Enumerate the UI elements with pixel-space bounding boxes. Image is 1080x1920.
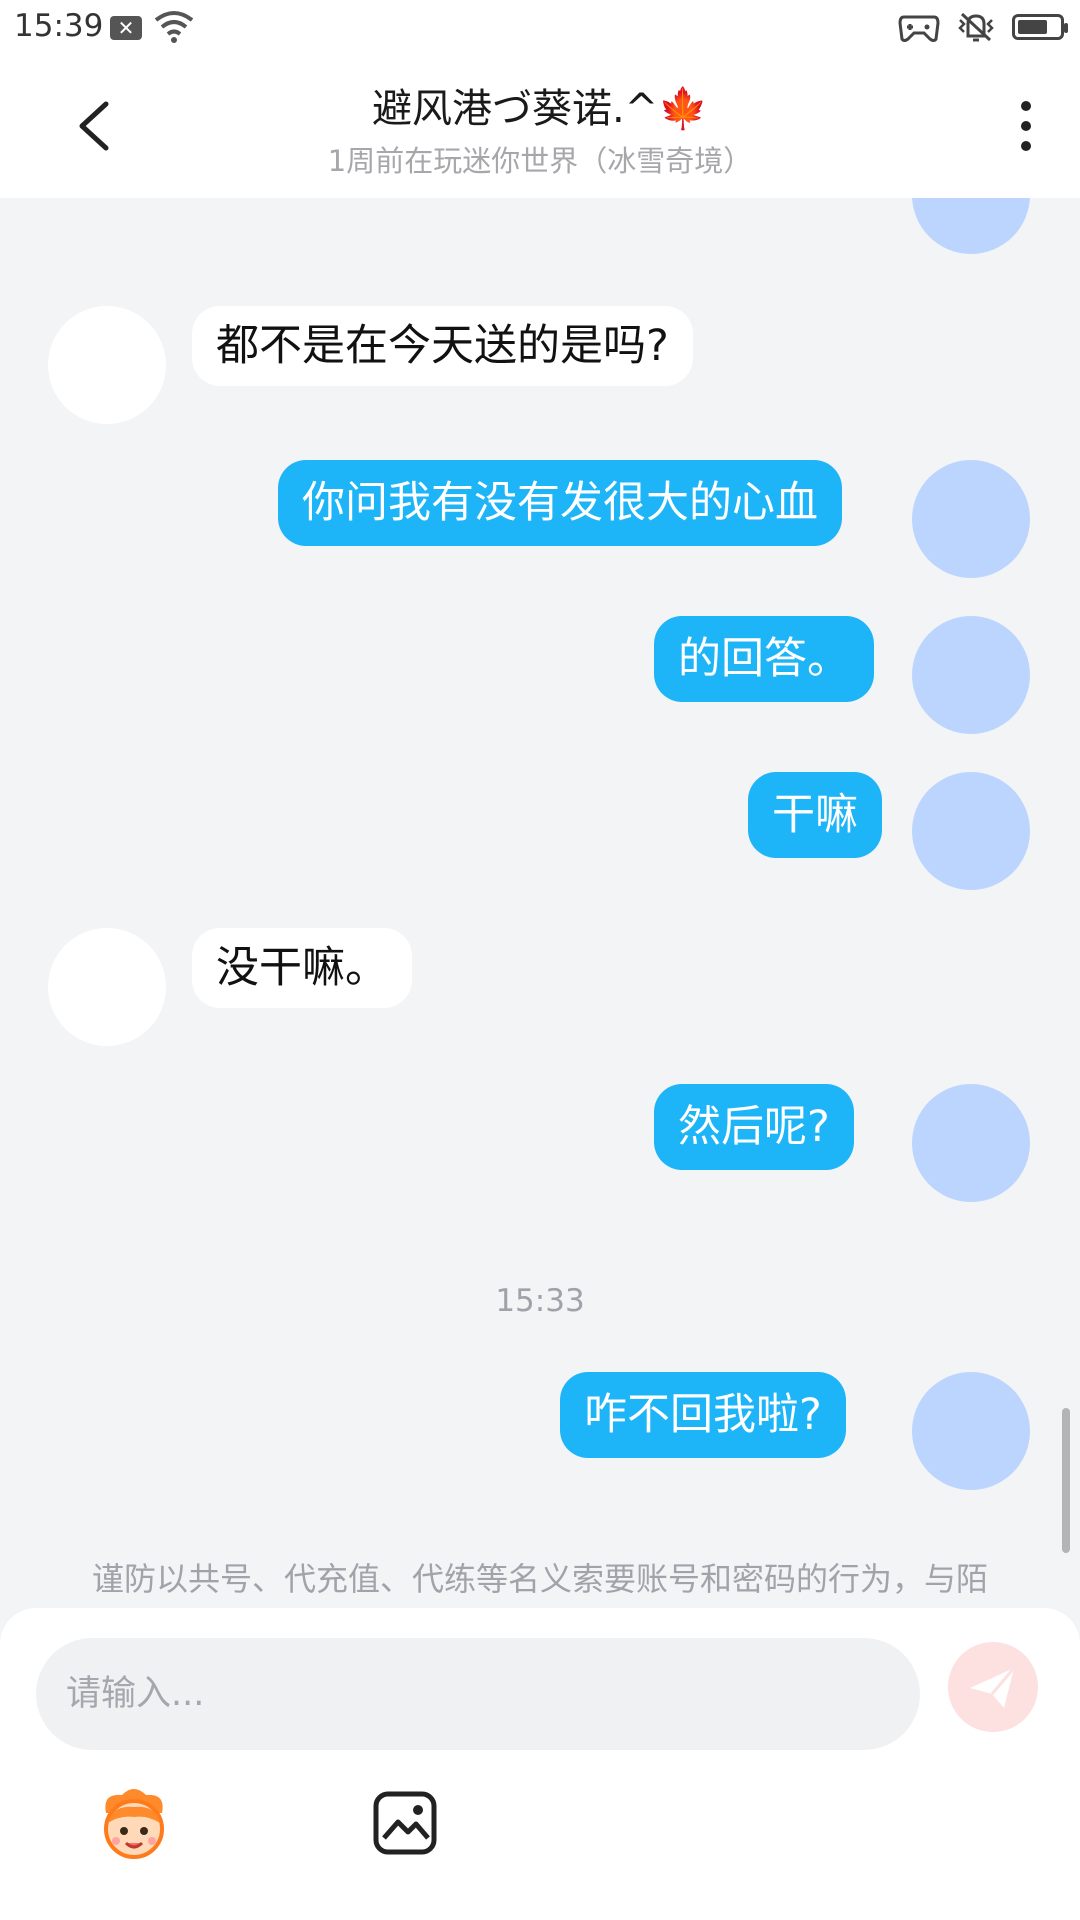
my-avatar[interactable] xyxy=(912,772,1030,890)
my-avatar[interactable] xyxy=(912,1084,1030,1202)
send-button[interactable] xyxy=(948,1642,1038,1732)
game-controller-icon xyxy=(898,15,940,42)
my-avatar[interactable] xyxy=(912,198,1030,254)
input-panel xyxy=(0,1608,1080,1920)
wifi-icon xyxy=(154,11,194,43)
my-avatar[interactable] xyxy=(912,460,1030,578)
notification-icon: ✕ xyxy=(110,16,142,40)
chat-list[interactable]: 没有 都不是在今天送的是吗? 你问我有没有发很大的心血 的回答。 干嘛 没干嘛。… xyxy=(0,198,1080,1608)
message-timestamp: 15:33 xyxy=(495,1283,585,1319)
status-time: 15:39 xyxy=(14,8,104,44)
message-bubble-sent[interactable]: 干嘛 xyxy=(748,772,882,858)
message-bubble-sent[interactable]: 然后呢? xyxy=(654,1084,854,1170)
emoji-sticker-icon[interactable] xyxy=(92,1783,176,1867)
chat-subtitle: 1周前在玩迷你世界（冰雪奇境） xyxy=(327,144,753,178)
safety-notice: 谨防以共号、代充值、代练等名义索要账号和密码的行为，与陌生人通要账号密码可能导致… xyxy=(91,1560,988,1608)
more-options-icon[interactable] xyxy=(1006,98,1046,154)
message-bubble-sent[interactable]: 你问我有没有发很大的心血 xyxy=(278,460,842,546)
send-icon xyxy=(970,1667,1016,1708)
my-avatar[interactable] xyxy=(912,616,1030,734)
contact-avatar[interactable] xyxy=(48,928,166,1046)
scrollbar[interactable] xyxy=(1062,1408,1070,1553)
message-input[interactable] xyxy=(36,1638,920,1750)
chat-header: 避风港づ葵诺.^🍁 1周前在玩迷你世界（冰雪奇境） xyxy=(0,60,1080,198)
vibrate-mode-icon xyxy=(958,12,994,42)
message-bubble-sent[interactable]: 咋不回我啦? xyxy=(560,1372,846,1458)
message-bubble-sent[interactable]: 的回答。 xyxy=(654,616,874,702)
contact-avatar[interactable] xyxy=(48,306,166,424)
message-bubble-received[interactable]: 没干嘛。 xyxy=(192,928,412,1008)
message-bubble-received[interactable]: 都不是在今天送的是吗? xyxy=(192,306,693,386)
image-picker-icon[interactable] xyxy=(370,1788,440,1858)
chat-title: 避风港づ葵诺.^🍁 xyxy=(371,86,709,132)
status-bar: 15:39 ✕ xyxy=(0,0,1080,60)
battery-icon xyxy=(1012,14,1068,40)
my-avatar[interactable] xyxy=(912,1372,1030,1490)
